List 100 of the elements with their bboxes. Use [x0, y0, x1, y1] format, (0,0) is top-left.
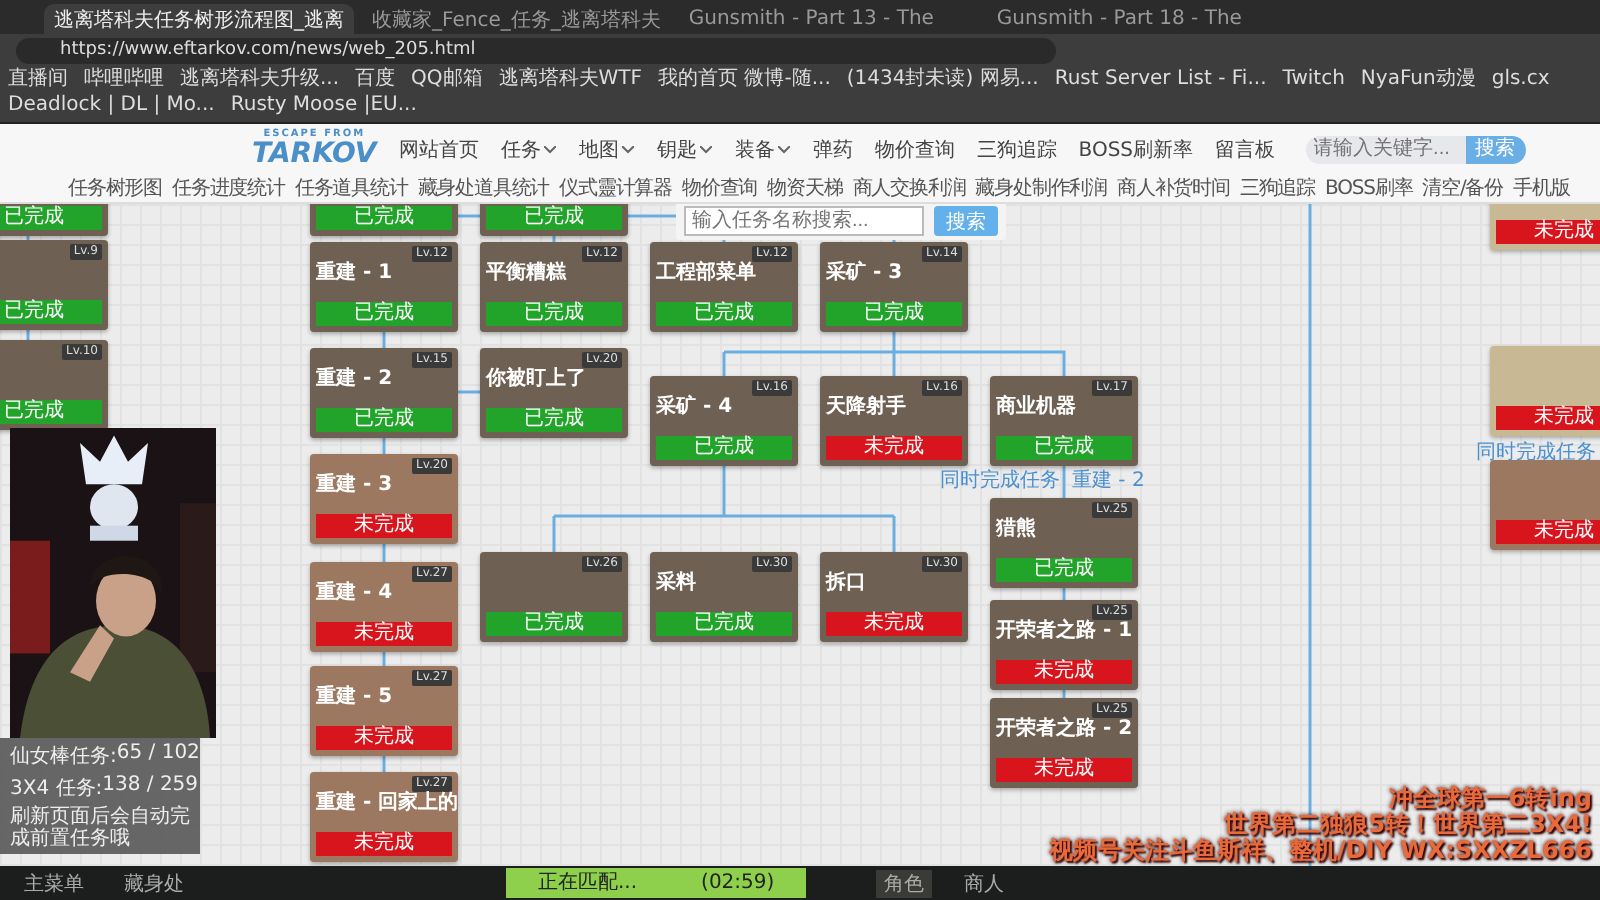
quest-status: 已完成 — [316, 302, 452, 326]
quest-search-field[interactable]: 输入任务名称搜索... — [684, 206, 924, 236]
subnav-link[interactable]: 商人交换利润 — [852, 174, 966, 202]
bookmark[interactable]: QQ邮箱 — [411, 68, 483, 92]
quest-title: 采矿 - 3 — [826, 262, 905, 286]
quest-title: 平衡糟糕 — [486, 262, 569, 286]
quest-card[interactable]: 未完成 — [1490, 346, 1600, 436]
nav-link[interactable]: 装备 — [734, 135, 791, 163]
bookmark[interactable]: 我的首页 微博-随... — [658, 68, 831, 92]
browser-tab[interactable]: 逃离塔科夫任务树形流程图_逃离 — [44, 4, 354, 34]
address-bar[interactable]: https://www.eftarkov.com/news/web_205.html — [16, 37, 1056, 63]
subnav-link[interactable]: 藏身处道具统计 — [417, 174, 550, 202]
quest-status: 已完成 — [826, 302, 962, 326]
bookmark[interactable]: Twitch — [1282, 68, 1345, 92]
quest-status: 已完成 — [996, 436, 1132, 460]
search-field[interactable]: 请输入关键字... — [1305, 135, 1466, 163]
stream-overlay-text: 冲全球第一6转ing — [1388, 786, 1592, 812]
nav-link[interactable]: 物价查询 — [874, 135, 955, 163]
quest-status: 已完成 — [486, 408, 622, 432]
subnav-link[interactable]: BOSS刷率 — [1325, 174, 1413, 202]
quest-title: 工程部菜单 — [656, 262, 758, 286]
bookmark[interactable]: 逃离塔科夫WTF — [498, 68, 643, 92]
bookmark[interactable]: (1434封未读) 网易... — [846, 68, 1039, 92]
subnav-link[interactable]: 清空/备份 — [1422, 174, 1504, 202]
bookmark[interactable]: 哔哩哔哩 — [84, 68, 164, 92]
quest-status: 已完成 — [656, 302, 792, 326]
bookmark[interactable]: NyaFun动漫 — [1360, 68, 1476, 92]
quest-title: 采矿 - 4 — [656, 396, 735, 420]
subnav-link[interactable]: 物资天梯 — [767, 174, 843, 202]
quest-card[interactable]: 未完成 — [1490, 204, 1600, 250]
quest-card[interactable]: 未完成 — [1490, 460, 1600, 550]
bookmark[interactable]: 逃离塔科夫升级... — [180, 68, 340, 92]
caret-icon — [544, 145, 557, 153]
quest-status: 未完成 — [316, 832, 452, 856]
nav-link[interactable]: 任务 — [500, 135, 557, 163]
game-menu-item[interactable]: 主菜单 — [16, 869, 92, 897]
stat-value: 138 / 259 — [102, 774, 199, 800]
quest-title: 重建 - 1 — [316, 262, 395, 286]
browser-tab[interactable]: 收藏家_Fence_任务_逃离塔科夫 — [362, 4, 671, 34]
quest-status: 已完成 — [0, 400, 102, 424]
quest-status: 未完成 — [316, 514, 452, 538]
bookmark[interactable]: gls.cx — [1491, 68, 1550, 92]
nav-link[interactable]: 钥匙 — [656, 135, 713, 163]
quest-status: 已完成 — [316, 408, 452, 432]
nav-link[interactable]: 地图 — [578, 135, 635, 163]
quest-title: 重建 - 2 — [316, 368, 395, 392]
quest-status: 已完成 — [996, 558, 1132, 582]
quest-status: 未完成 — [1496, 220, 1600, 244]
subnav-link[interactable]: 手机版 — [1513, 174, 1570, 202]
caret-icon — [700, 145, 713, 153]
subnav-link[interactable]: 物价查询 — [682, 174, 758, 202]
caret-icon — [622, 145, 635, 153]
bookmark[interactable]: 直播间 — [8, 68, 68, 92]
quest-status: 未完成 — [1496, 406, 1600, 430]
subnav-link[interactable]: 藏身处制作利润 — [975, 174, 1107, 202]
subnav-link[interactable]: 商人补货时间 — [1116, 174, 1230, 202]
game-menu-item[interactable]: 角色 — [876, 869, 932, 897]
nav-link[interactable]: 三狗追踪 — [976, 135, 1057, 163]
quest-title: 商业机器 — [996, 396, 1078, 420]
matching-text: 正在匹配... — [536, 870, 640, 898]
matching-timer: (02:59) — [699, 870, 777, 898]
quest-status: 已完成 — [486, 612, 622, 636]
nav-link[interactable]: BOSS刷新率 — [1078, 135, 1194, 163]
quest-title: 重建 - 3 — [316, 474, 395, 498]
stat-label: 3X4 任务: — [10, 776, 103, 802]
subnav-link[interactable]: 任务进度统计 — [172, 174, 285, 202]
quest-status: 已完成 — [656, 612, 792, 636]
quest-status: 未完成 — [826, 436, 962, 460]
nav-link[interactable]: 留言板 — [1215, 135, 1276, 163]
nav-link[interactable]: 网站首页 — [398, 135, 479, 163]
bookmark[interactable]: 百度 — [355, 68, 396, 92]
bookmark[interactable]: Deadlock | DL | Mo... — [8, 94, 215, 118]
browser-tab[interactable]: Gunsmith - Part 18 - The — [986, 4, 1287, 34]
game-menu-item[interactable]: 商人 — [956, 869, 1012, 897]
nav-link[interactable]: 弹药 — [812, 135, 853, 163]
quest-title: 重建 - 回家上的 — [316, 792, 452, 816]
subnav-link[interactable]: 三狗追踪 — [1239, 174, 1315, 202]
quest-status: 已完成 — [486, 302, 622, 326]
quest-title: 猎熊 — [996, 518, 1038, 542]
subnav-link[interactable]: 任务树形图 — [68, 174, 163, 202]
bookmark[interactable]: Rusty Moose |EU... — [230, 94, 417, 118]
quest-status: 已完成 — [0, 300, 102, 324]
stat-value: 65 / 102 — [116, 742, 200, 768]
browser-tab[interactable]: Gunsmith - Part 13 - The — [678, 4, 979, 34]
quest-title: 拆口 — [826, 572, 868, 596]
bookmark[interactable]: Rust Server List - Fi... — [1054, 68, 1267, 92]
quest-status: 未完成 — [826, 612, 962, 636]
quest-status: 未完成 — [996, 660, 1132, 684]
subnav-link[interactable]: 任务道具统计 — [294, 174, 408, 202]
game-menu-item[interactable]: 藏身处 — [116, 869, 192, 897]
quest-title: 你被盯上了 — [486, 368, 588, 392]
quest-status: 已完成 — [316, 206, 452, 230]
quest-title: 开荣者之路 - 2 — [996, 718, 1132, 742]
caret-icon — [778, 145, 791, 153]
subnav-link[interactable]: 仪式靈计算器 — [559, 174, 673, 202]
quest-status: 未完成 — [1496, 520, 1600, 544]
quest-title: 重建 - 4 — [316, 582, 395, 606]
quest-status: 已完成 — [0, 206, 102, 230]
stats-note: 刷新页面后会自动完成前置任务哦 — [10, 806, 190, 850]
quest-title: 采料 — [656, 572, 698, 596]
